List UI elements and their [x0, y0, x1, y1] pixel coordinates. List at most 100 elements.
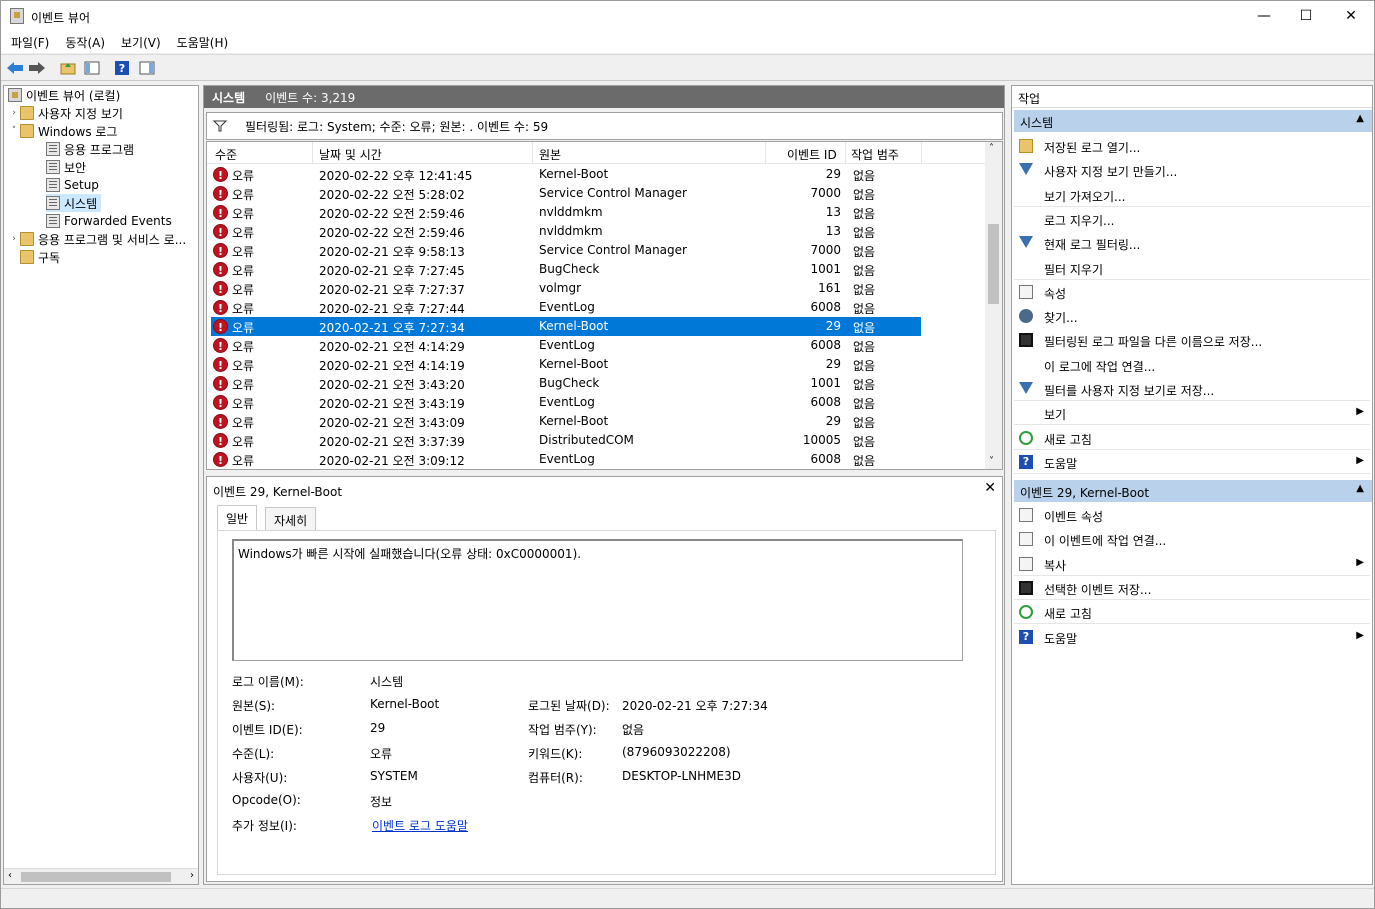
show-action-pane-icon[interactable]: [138, 59, 156, 77]
tree-windows-logs[interactable]: ˅ Windows 로그: [8, 122, 117, 140]
cell-date: 2020-02-21 오후 9:58:13: [319, 245, 465, 259]
action-label: 저장된 로그 열기...: [1044, 141, 1141, 155]
action-item[interactable]: 선택한 이벤트 저장...: [1014, 576, 1370, 600]
table-row[interactable]: ! 오류 2020-02-21 오전 4:14:19 Kernel-Boot 29 없음: [211, 355, 921, 374]
minimize-button[interactable]: —: [1241, 1, 1287, 31]
action-item[interactable]: 새로 고침: [1014, 600, 1370, 625]
action-item[interactable]: 필터를 사용자 지정 보기로 저장...: [1014, 377, 1370, 401]
action-item[interactable]: 사용자 지정 보기 만들기...: [1014, 158, 1370, 182]
action-item[interactable]: 필터 지우기: [1014, 256, 1370, 280]
actions-section-event[interactable]: 이벤트 29, Kernel-Boot ▲: [1014, 480, 1372, 502]
close-icon[interactable]: ✕: [984, 480, 996, 496]
table-row[interactable]: ! 오류 2020-02-21 오전 3:43:19 EventLog 6008 없음: [211, 393, 921, 412]
event-description[interactable]: Windows가 빠른 시작에 실패했습니다(오류 상태: 0xC0000001…: [232, 539, 963, 661]
scroll-left-icon[interactable]: ‹: [8, 870, 12, 881]
table-row[interactable]: ! 오류 2020-02-21 오후 9:58:13 Service Control …: [211, 241, 921, 260]
action-item[interactable]: 보기 가져오기...: [1014, 183, 1370, 207]
actions-section-system[interactable]: 시스템 ▲: [1014, 110, 1372, 132]
chevron-right-icon[interactable]: ›: [8, 108, 20, 118]
table-row[interactable]: ! 오류 2020-02-21 오후 7:27:34 Kernel-Boot 29 없음: [211, 317, 921, 336]
scroll-up-icon[interactable]: ˄: [989, 143, 994, 154]
collapse-icon[interactable]: ▲: [1356, 483, 1364, 494]
action-item[interactable]: 현재 로그 필터링...: [1014, 231, 1370, 255]
table-row[interactable]: ! 오류 2020-02-21 오전 3:43:09 Kernel-Boot 29 없음: [211, 412, 921, 431]
tree-subscriptions[interactable]: 구독: [20, 248, 60, 266]
event-log-help-link[interactable]: 이벤트 로그 도움말: [372, 817, 468, 834]
cell-source: EventLog: [539, 338, 595, 352]
tree-log-forwarded[interactable]: Forwarded Events: [46, 212, 172, 230]
scroll-thumb[interactable]: [21, 872, 171, 882]
col-date[interactable]: 날짜 및 시간: [319, 146, 382, 163]
table-row[interactable]: ! 오류 2020-02-22 오전 2:59:46 nvlddmkm 13 없음: [211, 222, 921, 241]
tab-details[interactable]: 자세히: [265, 507, 317, 530]
maximize-button[interactable]: ☐: [1283, 1, 1329, 31]
tree-app-services[interactable]: › 응용 프로그램 및 서비스 로...: [8, 230, 186, 248]
menu-action[interactable]: 동작(A): [55, 31, 111, 53]
action-item[interactable]: 이벤트 속성: [1014, 503, 1370, 527]
chevron-down-icon[interactable]: ˅: [8, 126, 20, 136]
table-row[interactable]: ! 오류 2020-02-22 오전 5:28:02 Service Control …: [211, 184, 921, 203]
tree-log-application[interactable]: 응용 프로그램: [46, 140, 134, 158]
table-row[interactable]: ! 오류 2020-02-21 오전 4:14:29 EventLog 6008 없음: [211, 336, 921, 355]
action-item[interactable]: 필터링된 로그 파일을 다른 이름으로 저장...: [1014, 328, 1370, 352]
action-item[interactable]: 이 로그에 작업 연결...: [1014, 353, 1370, 377]
close-button[interactable]: ✕: [1328, 1, 1374, 31]
forward-arrow-icon[interactable]: [28, 59, 46, 77]
chevron-right-icon[interactable]: ›: [8, 234, 20, 244]
back-arrow-icon[interactable]: [6, 59, 24, 77]
table-row[interactable]: ! 오류 2020-02-21 오후 7:27:37 volmgr 161 없음: [211, 279, 921, 298]
log-name: 시스템: [212, 90, 246, 105]
cell-date: 2020-02-21 오전 3:09:12: [319, 454, 465, 468]
cell-source: volmgr: [539, 281, 582, 295]
cell-task-category: 없음: [853, 321, 876, 335]
cell-event-id: 6008: [810, 452, 841, 466]
action-item[interactable]: ? 도움말 ▶: [1014, 625, 1370, 649]
tree-log-security[interactable]: 보안: [46, 158, 86, 176]
table-row[interactable]: ! 오류 2020-02-22 오전 2:59:46 nvlddmkm 13 없음: [211, 203, 921, 222]
action-item[interactable]: 로그 지우기...: [1014, 207, 1370, 231]
error-icon: !: [213, 243, 228, 258]
col-event-id[interactable]: 이벤트 ID: [787, 146, 837, 163]
tree-root[interactable]: 이벤트 뷰어 (로컬): [8, 86, 120, 104]
tree-custom-views[interactable]: › 사용자 지정 보기: [8, 104, 123, 122]
action-item[interactable]: 저장된 로그 열기...: [1014, 134, 1370, 158]
col-source[interactable]: 원본: [539, 146, 561, 163]
tab-general[interactable]: 일반: [217, 505, 258, 530]
tree-horizontal-scrollbar[interactable]: ‹ ›: [4, 868, 198, 884]
menu-help[interactable]: 도움말(H): [167, 31, 235, 53]
scroll-thumb[interactable]: [988, 224, 999, 304]
table-row[interactable]: ! 오류 2020-02-22 오후 12:41:45 Kernel-Boot 29 없음: [211, 165, 921, 184]
table-row[interactable]: ! 오류 2020-02-21 오전 3:43:20 BugCheck 1001 없음: [211, 374, 921, 393]
action-item[interactable]: 속성: [1014, 280, 1370, 304]
logged-value: 2020-02-21 오후 7:27:34: [622, 699, 768, 713]
table-row[interactable]: ! 오류 2020-02-21 오전 3:09:12 EventLog 6008 없음: [211, 450, 921, 469]
action-item[interactable]: 이 이벤트에 작업 연결...: [1014, 527, 1370, 551]
col-task-category[interactable]: 작업 범주: [851, 146, 899, 163]
filter-icon: [1019, 236, 1033, 249]
error-icon: !: [213, 167, 228, 182]
show-hide-tree-icon[interactable]: [83, 59, 101, 77]
cell-task-category: 없음: [853, 283, 876, 297]
tree-log-setup[interactable]: Setup: [46, 176, 99, 194]
action-item[interactable]: 복사 ▶: [1014, 552, 1370, 576]
table-row[interactable]: ! 오류 2020-02-21 오전 3:37:39 DistributedCOM 10…: [211, 431, 921, 450]
action-item[interactable]: 새로 고침: [1014, 426, 1370, 450]
col-level[interactable]: 수준: [215, 146, 237, 163]
table-row[interactable]: ! 오류 2020-02-21 오후 7:27:44 EventLog 6008 없음: [211, 298, 921, 317]
action-item[interactable]: ? 도움말 ▶: [1014, 450, 1370, 474]
action-item[interactable]: 찾기...: [1014, 304, 1370, 328]
collapse-icon[interactable]: ▲: [1356, 113, 1364, 124]
scroll-down-icon[interactable]: ˅: [989, 456, 994, 467]
menu-file[interactable]: 파일(F): [1, 31, 55, 53]
help-icon[interactable]: ?: [113, 59, 131, 77]
table-vertical-scrollbar[interactable]: ˄ ˅: [985, 142, 1002, 469]
menu-view[interactable]: 보기(V): [111, 31, 167, 53]
table-row[interactable]: ! 오류 2020-02-21 오후 7:27:45 BugCheck 1001 없음: [211, 260, 921, 279]
action-label: 필터를 사용자 지정 보기로 저장...: [1044, 384, 1215, 398]
up-folder-icon[interactable]: [59, 59, 77, 77]
log-icon: [46, 196, 60, 210]
error-icon: !: [213, 338, 228, 353]
action-item[interactable]: 보기 ▶: [1014, 401, 1370, 426]
tree-log-system[interactable]: 시스템: [46, 194, 102, 212]
scroll-right-icon[interactable]: ›: [190, 870, 194, 881]
